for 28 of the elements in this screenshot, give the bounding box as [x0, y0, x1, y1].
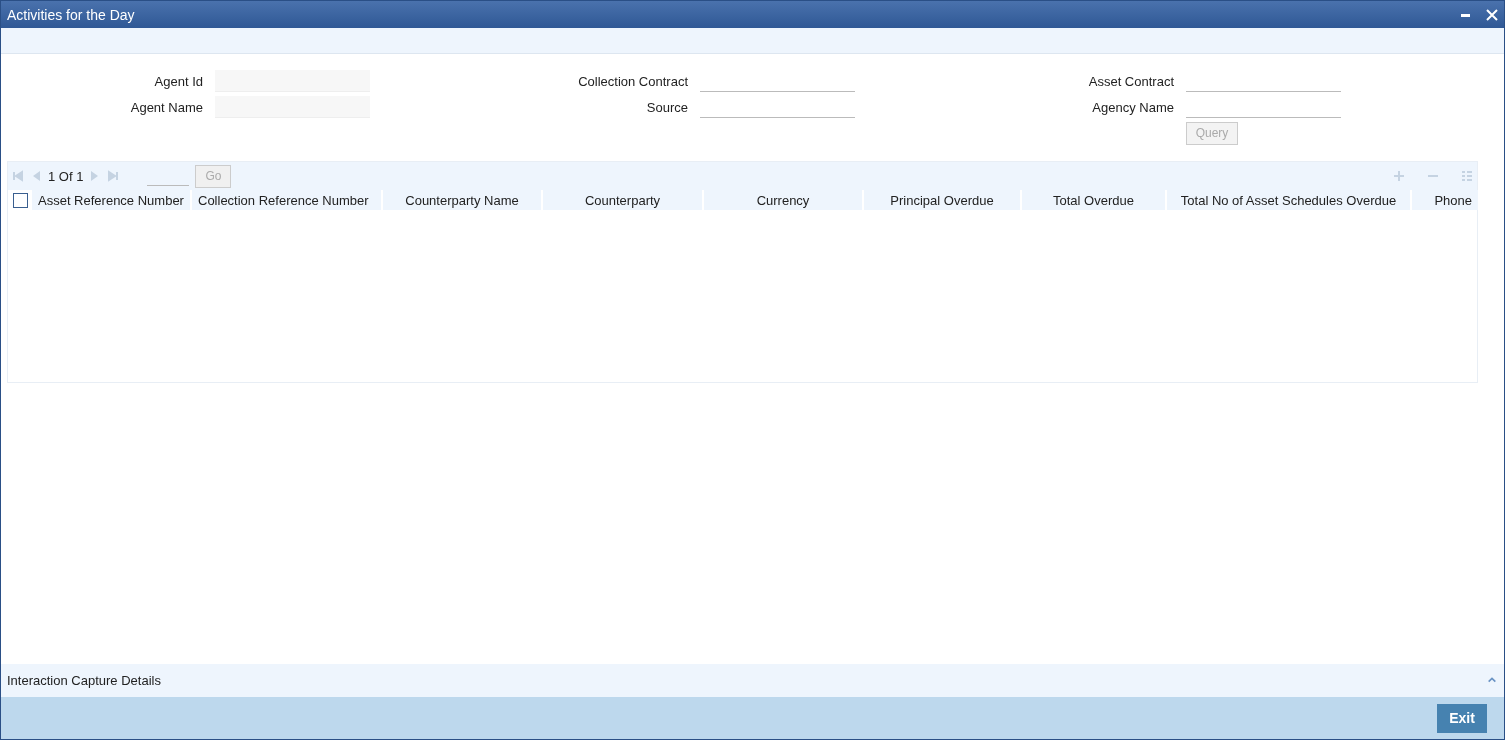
- last-page-icon[interactable]: [107, 170, 120, 182]
- add-row-icon[interactable]: [1393, 170, 1405, 182]
- field-label: Source: [645, 99, 688, 115]
- query-button[interactable]: Query: [1186, 121, 1238, 145]
- list-icon[interactable]: [1461, 170, 1473, 182]
- column-header: Phone: [1412, 190, 1480, 210]
- window-title: Activities for the Day: [7, 6, 135, 23]
- exit-button[interactable]: Exit: [1437, 703, 1487, 733]
- field-label: Agency Name: [1091, 99, 1174, 115]
- close-icon[interactable]: [1486, 8, 1498, 21]
- column-header: Total Overdue: [1022, 190, 1167, 210]
- first-page-icon[interactable]: [12, 170, 24, 182]
- column-header: Principal Overdue: [864, 190, 1022, 210]
- field-label: Collection Contract: [577, 73, 688, 89]
- column-header: Counterparty: [543, 190, 704, 210]
- column-header: Total No of Asset Schedules Overdue: [1167, 190, 1412, 210]
- column-header: Asset Reference Number: [32, 190, 192, 210]
- go-button[interactable]: Go: [195, 164, 232, 188]
- column-header: Counterparty Name: [383, 190, 543, 210]
- collapse-icon[interactable]: [1486, 676, 1498, 685]
- field-label: Agent Name: [129, 99, 203, 115]
- page-indicator: 1 Of 1: [48, 168, 84, 184]
- section-title[interactable]: Interaction Capture Details: [7, 673, 161, 688]
- field-label: Asset Contract: [1087, 73, 1174, 89]
- column-header: Collection Reference Number: [192, 190, 383, 210]
- column-header: Currency: [704, 190, 864, 210]
- field-label: Agent Id: [153, 73, 203, 89]
- select-all-checkbox[interactable]: [12, 192, 28, 208]
